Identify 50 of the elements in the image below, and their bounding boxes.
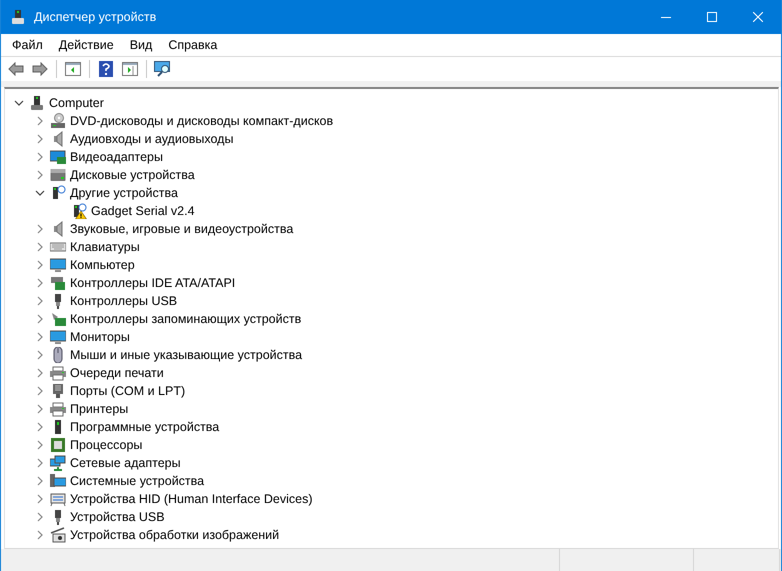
tree-item[interactable]: Контроллеры USB	[70, 294, 178, 308]
tree-item[interactable]: Дисковые устройства	[70, 168, 195, 182]
printer-icon	[50, 401, 66, 417]
disc-drive-icon	[50, 113, 66, 129]
processor-icon	[50, 437, 66, 453]
tree-item[interactable]: Очереди печати	[70, 366, 164, 380]
tree-item[interactable]: Устройства обработки изображений	[70, 528, 280, 542]
tree-item[interactable]: Аудиовходы и аудиовыходы	[70, 132, 234, 146]
tree-item[interactable]: Порты (COM и LPT)	[70, 384, 186, 398]
tree-item[interactable]: Программные устройства	[70, 420, 220, 434]
monitor-icon	[50, 257, 66, 273]
close-icon	[753, 12, 763, 22]
computer-icon	[29, 95, 45, 111]
tree-item[interactable]: Мыши и иные указывающие устройства	[70, 348, 302, 362]
tree-item[interactable]: Мониторы	[70, 330, 130, 344]
printer-icon	[50, 365, 66, 381]
monitor-icon	[50, 329, 66, 345]
tree-item[interactable]: Сетевые адаптеры	[70, 456, 181, 470]
tree-item[interactable]: Принтеры	[70, 402, 128, 416]
tree-item[interactable]: Computer	[49, 96, 104, 110]
tree-item[interactable]: Устройства USB	[70, 510, 165, 524]
tree-item[interactable]: Gadget Serial v2.4	[91, 204, 195, 218]
tree-item[interactable]: Контроллеры запоминающих устройств	[70, 312, 302, 326]
unknown-device-icon	[50, 185, 66, 201]
menu-item[interactable]: Действие	[50, 34, 122, 56]
menu-item[interactable]: Справка	[160, 34, 226, 56]
tree-item[interactable]: Системные устройства	[70, 474, 204, 488]
camera-icon	[50, 527, 66, 543]
storage-controller-icon	[50, 311, 66, 327]
disk-drive-icon	[50, 167, 66, 183]
tree-item[interactable]: Контроллеры IDE ATA/ATAPI	[70, 276, 236, 290]
tree-item[interactable]: Клавиатуры	[70, 240, 140, 254]
tree-item[interactable]: Устройства HID (Human Interface Devices)	[70, 492, 313, 506]
maximize-icon	[707, 12, 717, 22]
window-title: Диспетчер устройств	[34, 10, 158, 24]
tree-item[interactable]: Звуковые, игровые и видеоустройства	[70, 222, 294, 236]
menu-item[interactable]: Файл	[4, 34, 51, 56]
tree-item[interactable]: DVD-дисководы и дисководы компакт-дисков	[70, 114, 334, 128]
app-icon	[10, 9, 26, 25]
hid-device-icon	[50, 491, 66, 507]
port-icon	[50, 383, 66, 399]
tree-item[interactable]: Процессоры	[70, 438, 142, 452]
controller-card-icon	[50, 275, 66, 291]
display-card-icon	[50, 149, 66, 165]
tree-item[interactable]: Компьютер	[70, 258, 135, 272]
system-device-icon	[50, 473, 66, 489]
menu-item[interactable]: Вид	[122, 34, 160, 56]
tree-item[interactable]: Видеоадаптеры	[70, 150, 163, 164]
tree-item[interactable]: Другие устройства	[70, 186, 178, 200]
network-icon	[50, 455, 66, 471]
